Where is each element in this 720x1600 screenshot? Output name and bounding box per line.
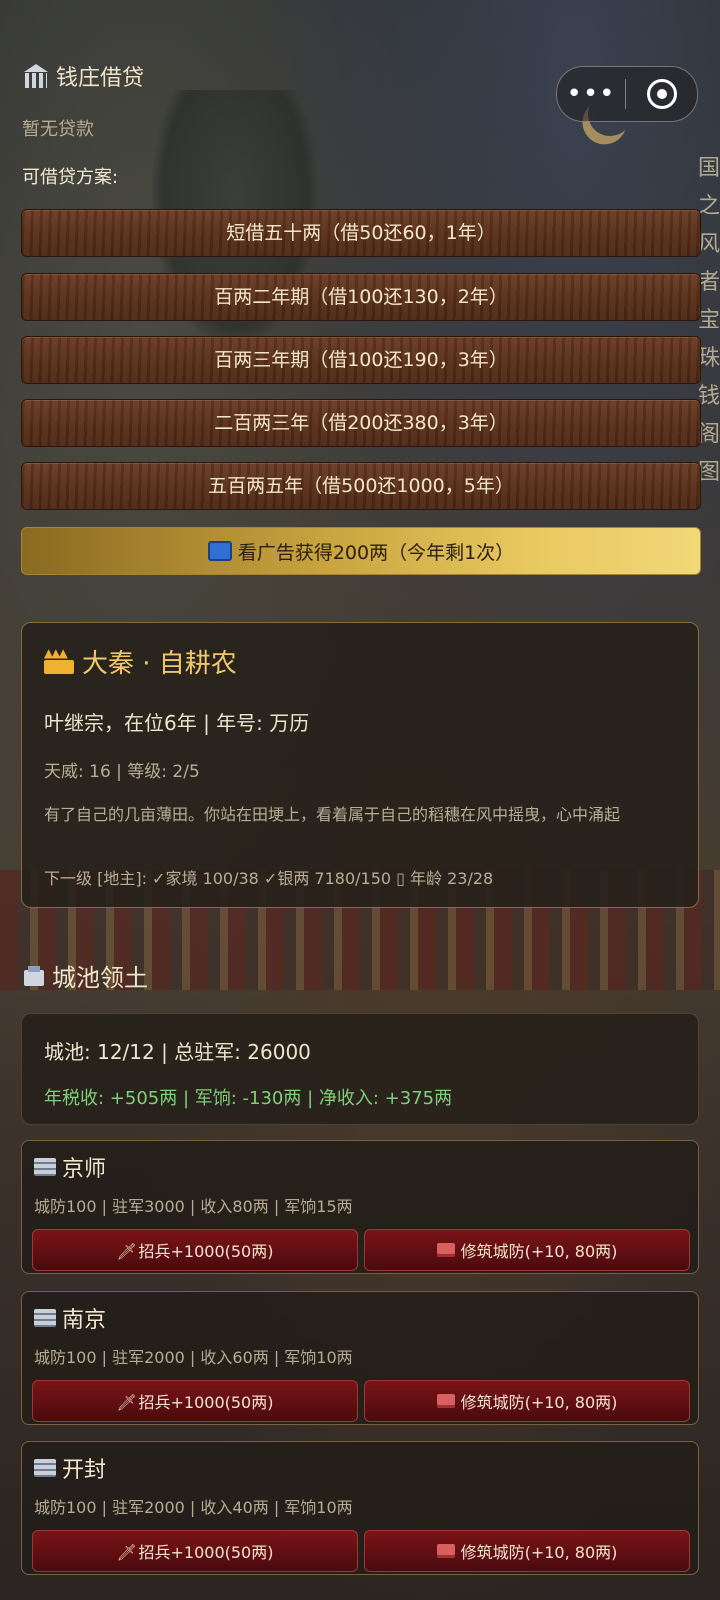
brick-icon — [436, 1544, 455, 1558]
dynasty-card: 大秦 · 自耕农 叶继宗，在位6年 | 年号: 万历 天威: 16 | 等级: … — [21, 622, 699, 908]
watch-ad-label: 看广告获得200两（今年剩1次） — [237, 541, 515, 564]
loan-status: 暂无贷款 — [22, 119, 94, 140]
city-name: 京师 — [34, 1151, 106, 1183]
loan-plan-button[interactable]: 百两三年期（借100还190，3年） — [21, 336, 701, 384]
castle-icon — [22, 965, 46, 986]
recruit-label: 招兵+1000(50两) — [138, 1543, 274, 1562]
dynasty-title-text: 大秦 · 自耕农 — [82, 649, 237, 679]
city-name: 南京 — [34, 1302, 106, 1334]
close-miniprogram-button[interactable] — [626, 79, 697, 109]
bank-section-title: 钱庄借贷 — [22, 60, 144, 92]
city-info: 城防100 | 驻军2000 | 收入60两 | 军饷10两 — [34, 1348, 353, 1367]
tv-icon — [207, 541, 232, 561]
loan-plan-button[interactable]: 百两二年期（借100还130，2年） — [21, 273, 701, 321]
loan-plan-button[interactable]: 短借五十两（借50还60，1年） — [21, 209, 701, 257]
fortify-label: 修筑城防(+10, 80两) — [460, 1393, 618, 1412]
fortify-label: 修筑城防(+10, 80两) — [460, 1543, 618, 1562]
territory-section-title: 城池领土 — [22, 958, 148, 993]
fortify-label: 修筑城防(+10, 80两) — [460, 1242, 618, 1261]
recruit-button[interactable]: 🗡 招兵+1000(50两) — [32, 1380, 358, 1422]
sword-icon: 🗡 — [116, 1242, 137, 1261]
bank-icon — [22, 64, 50, 88]
target-icon — [646, 79, 677, 109]
crown-icon — [44, 646, 74, 674]
territory-summary-card: 城池: 12/12 | 总驻军: 26000 年税收: +505两 | 军饷: … — [21, 1013, 699, 1125]
brick-icon — [436, 1243, 455, 1257]
watch-ad-button[interactable]: 看广告获得200两（今年剩1次） — [21, 527, 701, 575]
bank-title-text: 钱庄借贷 — [56, 66, 145, 91]
territory-title-text: 城池领土 — [52, 964, 148, 992]
city-card: 南京 城防100 | 驻军2000 | 收入60两 | 军饷10两 🗡 招兵+1… — [21, 1291, 699, 1425]
recruit-button[interactable]: 🗡 招兵+1000(50两) — [32, 1229, 358, 1271]
loan-plan-button[interactable]: 二百两三年（借200还380，3年） — [21, 399, 701, 447]
recruit-button[interactable]: 🗡 招兵+1000(50两) — [32, 1530, 358, 1572]
pagoda-icon — [34, 1156, 56, 1178]
city-card: 京师 城防100 | 驻军3000 | 收入80两 | 军饷15两 🗡 招兵+1… — [21, 1140, 699, 1274]
city-name-text: 开封 — [62, 1458, 107, 1483]
city-name-text: 南京 — [62, 1308, 107, 1333]
city-name: 开封 — [34, 1452, 106, 1484]
ruler-line: 叶继宗，在位6年 | 年号: 万历 — [44, 711, 310, 735]
stats-line: 天威: 16 | 等级: 2/5 — [44, 762, 200, 782]
recruit-label: 招兵+1000(50两) — [138, 1242, 274, 1261]
pagoda-icon — [34, 1307, 56, 1329]
city-info: 城防100 | 驻军3000 | 收入80两 | 军饷15两 — [34, 1197, 353, 1216]
fortify-button[interactable]: 修筑城防(+10, 80两) — [364, 1530, 690, 1572]
city-info: 城防100 | 驻军2000 | 收入40两 | 军饷10两 — [34, 1498, 353, 1517]
plans-label: 可借贷方案: — [22, 167, 119, 188]
territory-summary: 城池: 12/12 | 总驻军: 26000 — [44, 1040, 311, 1064]
fortify-button[interactable]: 修筑城防(+10, 80两) — [364, 1229, 690, 1271]
dynasty-title: 大秦 · 自耕农 — [44, 643, 237, 680]
rank-description: 有了自己的几亩薄田。你站在田埂上，看着属于自己的稻穗在风中摇曳，心中涌起 — [44, 805, 621, 824]
next-level-requirements: 下一级 [地主]: ✓家境 100/38 ✓银两 7180/150 ▯ 年龄 2… — [44, 869, 494, 888]
recruit-label: 招兵+1000(50两) — [138, 1393, 274, 1412]
city-card: 开封 城防100 | 驻军2000 | 收入40两 | 军饷10两 🗡 招兵+1… — [21, 1441, 699, 1575]
brick-icon — [436, 1394, 455, 1408]
sword-icon: 🗡 — [116, 1393, 137, 1412]
more-icon[interactable]: ••• — [557, 67, 625, 121]
fortify-button[interactable]: 修筑城防(+10, 80两) — [364, 1380, 690, 1422]
city-name-text: 京师 — [62, 1157, 107, 1182]
pagoda-icon — [34, 1457, 56, 1479]
income-summary: 年税收: +505两 | 军饷: -130两 | 净收入: +375两 — [44, 1088, 453, 1109]
loan-plan-button[interactable]: 五百两五年（借500还1000，5年） — [21, 462, 701, 510]
sword-icon: 🗡 — [116, 1543, 137, 1562]
mini-program-capsule: ••• — [556, 66, 698, 122]
